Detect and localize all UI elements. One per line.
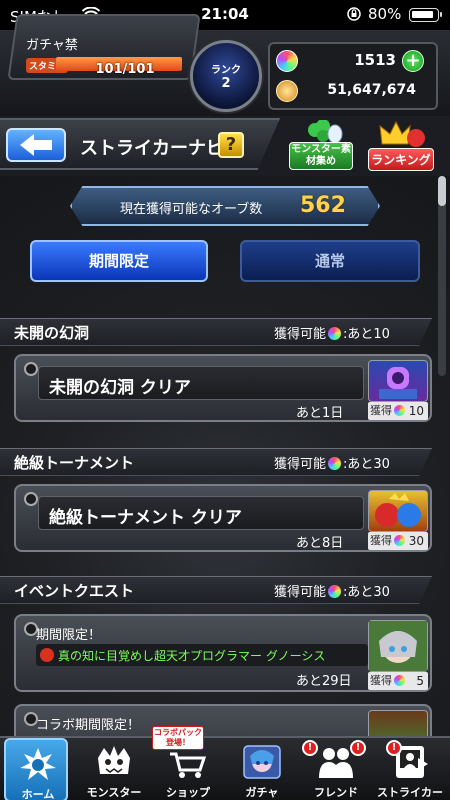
available-remaining: :あと10 [343, 327, 390, 342]
nav-monster[interactable]: モンスター [74, 738, 154, 800]
reward-value: 30 [408, 534, 424, 548]
mission-title: 絶級トーナメント クリア [38, 496, 364, 530]
available-remaining: :あと30 [343, 457, 390, 472]
reward-label: 獲得 [370, 534, 392, 547]
gacha-ban-label: ガチャ禁 [26, 38, 78, 53]
quest-thumbnail [368, 620, 428, 672]
home-burst-icon [20, 748, 56, 780]
help-button[interactable]: ? [218, 132, 244, 158]
orb-icon [328, 327, 342, 340]
add-orb-button[interactable]: + [402, 50, 424, 72]
status-dot-icon [24, 362, 38, 376]
reward-value: 5 [416, 674, 424, 688]
notification-badge: ! [386, 740, 402, 756]
mission-item[interactable]: 絶級トーナメント クリア あと8日 獲得 30 [14, 484, 432, 552]
orientation-lock-icon [346, 6, 362, 26]
nav-gacha[interactable]: ガチャ [222, 738, 302, 800]
orb-icon [394, 405, 405, 416]
stamina-value: 101/101 [95, 62, 155, 77]
orb-icon [276, 50, 298, 72]
orb-icon [328, 457, 342, 470]
available-prefix: 獲得可能 [274, 585, 327, 600]
tab-limited[interactable]: 期間限定 [30, 240, 208, 282]
monster-materials-label: モンスター素材集め [289, 142, 353, 170]
section-title: イベントクエスト [14, 582, 135, 600]
notification-badge: ! [302, 740, 318, 756]
mission-item[interactable]: コラボ期間限定！ [14, 704, 432, 736]
available-prefix: 獲得可能 [274, 327, 327, 342]
tab-normal[interactable]: 通常 [240, 240, 420, 282]
nav-home[interactable]: ホーム [4, 738, 68, 800]
monster-icon [98, 746, 130, 774]
monster-materials-button[interactable]: モンスター素材集め [289, 120, 353, 174]
nav-gacha-label: ガチャ [245, 786, 279, 799]
mission-title-text: 真の知に目覚めし超天才プログラマー グノーシス [58, 649, 326, 663]
reward-badge: 獲得 30 [368, 532, 428, 550]
reward-badge: 獲得 10 [368, 402, 428, 420]
mission-item[interactable]: 未開の幻洞 クリア あと1日 獲得 10 [14, 354, 432, 422]
mission-subtitle: 期間限定！ [36, 628, 102, 643]
mission-remaining: あと8日 [296, 536, 344, 551]
rank-badge[interactable]: ランク 2 [190, 40, 262, 112]
mission-item[interactable]: 期間限定！ 真の知に目覚めし超天才プログラマー グノーシス あと29日 獲得 5 [14, 614, 432, 692]
section-available: 獲得可能 :あと10 [274, 323, 390, 342]
crown-icon [379, 120, 425, 147]
quest-thumbnail [368, 360, 428, 402]
orb-icon [394, 535, 405, 546]
devil-icon [40, 648, 54, 662]
battery-icon [409, 8, 442, 22]
nav-striker-label: ストライカー [377, 786, 443, 799]
gold-coin-icon [276, 80, 298, 102]
orb-count: 1513 [354, 51, 396, 69]
collab-pack-badge: コラボパック登場！ [152, 726, 204, 750]
notification-badge: ! [350, 740, 366, 756]
rank-value: 2 [221, 76, 231, 91]
page-title: ストライカーナビ [80, 138, 224, 159]
reward-badge: 獲得 5 [368, 672, 428, 690]
gold-count: 51,647,674 [327, 82, 416, 98]
section-title: 未開の幻洞 [14, 324, 90, 342]
section-available: 獲得可能 :あと30 [274, 581, 390, 600]
gacha-character-icon [243, 745, 281, 779]
mission-subtitle: コラボ期間限定！ [36, 718, 141, 733]
scrollbar-thumb[interactable] [438, 176, 446, 206]
quest-thumbnail [368, 710, 428, 736]
mission-title: 未開の幻洞 クリア [38, 366, 364, 400]
mission-list[interactable]: 未開の幻洞 獲得可能 :あと10 未開の幻洞 クリア あと1日 獲得 10 絶級トー… [0, 314, 450, 736]
orb-available-value: 562 [300, 193, 346, 218]
available-remaining: :あと30 [343, 585, 390, 600]
available-prefix: 獲得可能 [274, 457, 327, 472]
mission-remaining: あと29日 [296, 674, 352, 689]
nav-striker[interactable]: ストライカー [370, 738, 450, 800]
reward-label: 獲得 [370, 674, 392, 687]
ranking-label: ランキング [368, 148, 434, 171]
reward-value: 10 [408, 404, 424, 418]
orb-icon [328, 585, 342, 598]
ranking-button[interactable]: ランキング [368, 120, 434, 174]
back-button[interactable] [6, 128, 66, 162]
quest-thumbnail [368, 490, 428, 532]
orb-icon [394, 675, 405, 686]
bottom-nav: ホーム モンスター ショップ ガチャ フレンド ストライカー [0, 736, 450, 800]
orb-available-label: 現在獲得可能なオーブ数 [120, 202, 263, 217]
rank-label: ランク [211, 65, 241, 76]
nav-friend-label: フレンド [314, 786, 358, 799]
nav-home-label: ホーム [21, 788, 55, 800]
section-title: 絶級トーナメント [14, 454, 135, 472]
battery-percent: 80% [368, 5, 402, 23]
reward-label: 獲得 [370, 404, 392, 417]
status-dot-icon [24, 492, 38, 506]
nav-monster-label: モンスター [86, 786, 142, 799]
mission-remaining: あと1日 [296, 406, 344, 421]
section-available: 獲得可能 :あと30 [274, 453, 390, 472]
mission-title: 真の知に目覚めし超天才プログラマー グノーシス [36, 644, 368, 666]
nav-shop-label: ショップ [166, 786, 210, 799]
